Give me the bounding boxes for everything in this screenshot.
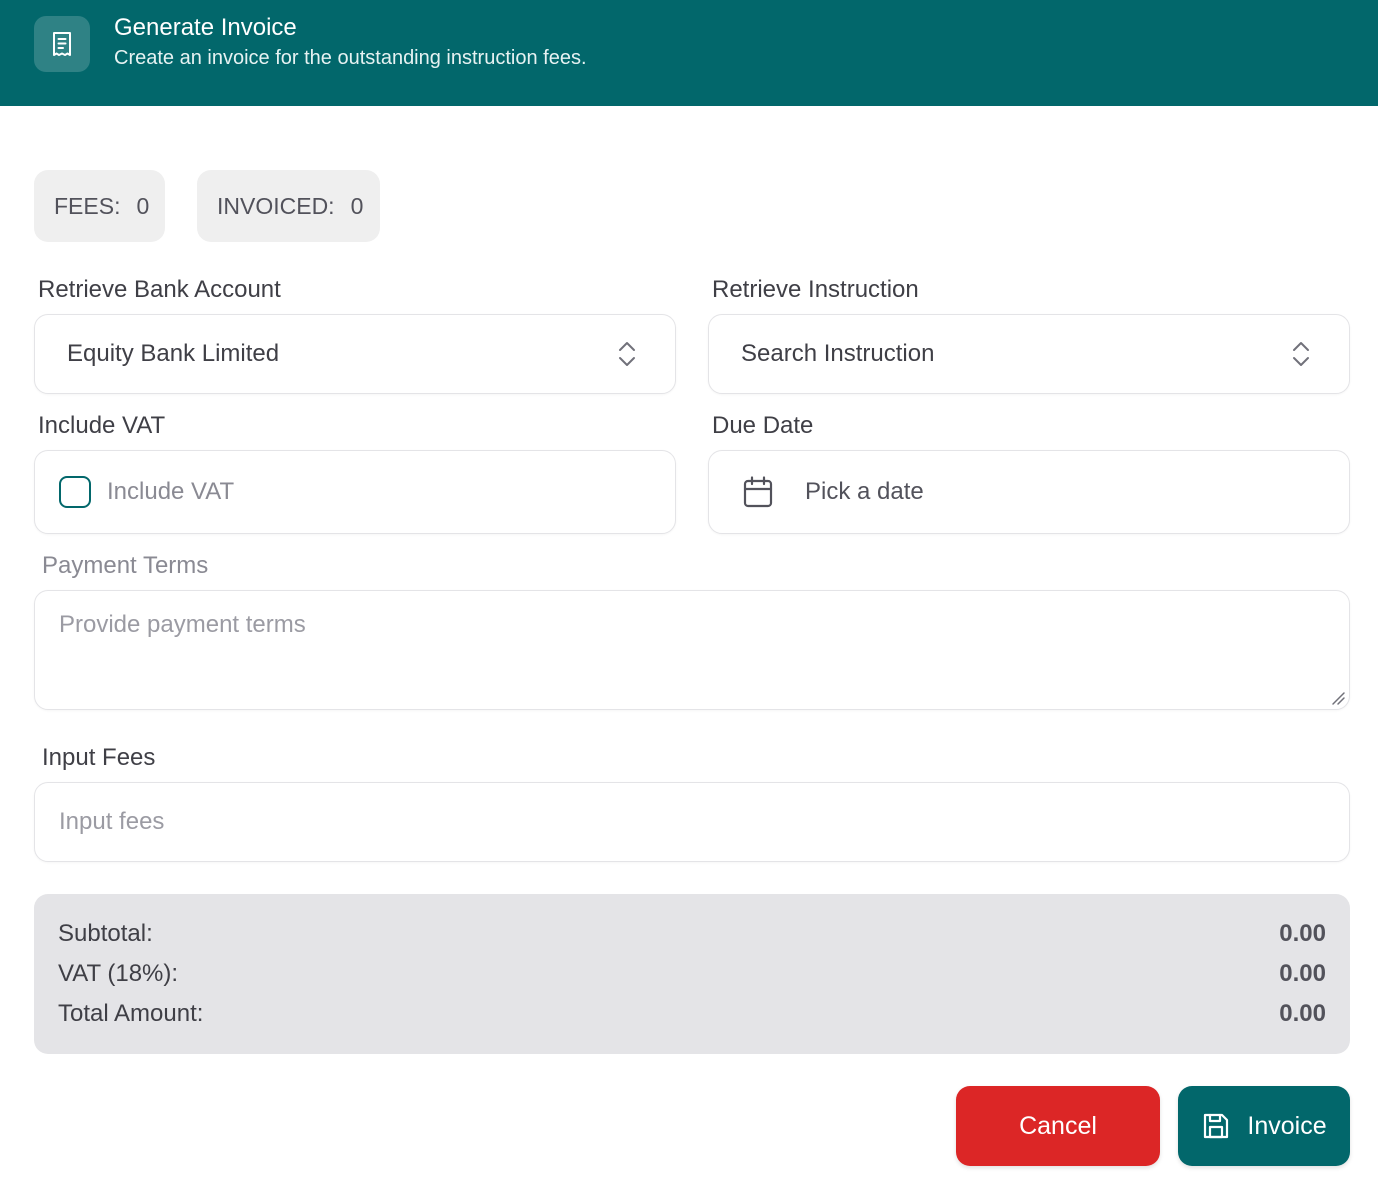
vat-amount-label: VAT (18%): xyxy=(58,960,179,987)
due-date-picker[interactable]: Pick a date xyxy=(708,450,1350,534)
dialog-title: Generate Invoice xyxy=(114,14,297,41)
invoice-summary: Subtotal: 0.00 VAT (18%): 0.00 Total Amo… xyxy=(34,894,1350,1054)
input-fees-label: Input Fees xyxy=(42,744,156,771)
due-date-label: Due Date xyxy=(712,412,814,439)
total-value: 0.00 xyxy=(1279,1000,1326,1027)
instruction-select[interactable]: Search Instruction xyxy=(708,314,1350,394)
payment-terms-placeholder: Provide payment terms xyxy=(59,611,306,638)
dialog-header: Generate Invoice Create an invoice for t… xyxy=(0,0,1378,106)
bank-account-value: Equity Bank Limited xyxy=(67,340,280,367)
vat-checkbox-label[interactable]: Include VAT xyxy=(107,478,234,506)
instruction-label: Retrieve Instruction xyxy=(712,276,919,303)
instruction-placeholder: Search Instruction xyxy=(741,340,935,367)
fees-label: FEES: xyxy=(54,192,121,219)
subtotal-value: 0.00 xyxy=(1279,920,1326,947)
cancel-button-label: Cancel xyxy=(1019,1111,1097,1140)
invoiced-label: INVOICED: xyxy=(217,192,335,219)
subtotal-label: Subtotal: xyxy=(58,920,153,947)
vat-label: Include VAT xyxy=(38,412,166,439)
fees-value: 0 xyxy=(136,192,150,219)
input-fees-field[interactable]: Input fees xyxy=(34,782,1350,862)
total-label: Total Amount: xyxy=(58,1000,204,1027)
invoice-button-label: Invoice xyxy=(1247,1111,1327,1140)
save-icon xyxy=(1204,1113,1229,1139)
bank-account-select[interactable]: Equity Bank Limited xyxy=(34,314,676,394)
subtotal-row: Subtotal: 0.00 xyxy=(58,920,1326,950)
dialog-subtitle: Create an invoice for the outstanding in… xyxy=(114,47,587,69)
payment-terms-label: Payment Terms xyxy=(42,552,209,579)
input-fees-placeholder: Input fees xyxy=(59,808,165,835)
vat-checkbox[interactable] xyxy=(59,476,91,508)
bank-account-label: Retrieve Bank Account xyxy=(38,276,281,303)
calendar-icon xyxy=(743,476,773,508)
cancel-button[interactable]: Cancel xyxy=(956,1086,1160,1166)
invoiced-count-badge: INVOICED: 0 xyxy=(197,170,380,242)
chevron-up-down-icon xyxy=(619,342,635,366)
vat-field: Include VAT xyxy=(34,450,676,534)
resize-grip-icon[interactable] xyxy=(1330,690,1346,706)
payment-terms-textarea[interactable]: Provide payment terms xyxy=(34,590,1350,710)
invoiced-value: 0 xyxy=(350,192,364,219)
chevron-up-down-icon xyxy=(1293,342,1309,366)
total-row: Total Amount: 0.00 xyxy=(58,1000,1326,1030)
vat-amount-value: 0.00 xyxy=(1279,960,1326,987)
invoice-button[interactable]: Invoice xyxy=(1178,1086,1350,1166)
due-date-placeholder: Pick a date xyxy=(805,478,924,505)
fees-count-badge: FEES: 0 xyxy=(34,170,165,242)
receipt-icon xyxy=(34,16,90,72)
vat-row: VAT (18%): 0.00 xyxy=(58,960,1326,990)
